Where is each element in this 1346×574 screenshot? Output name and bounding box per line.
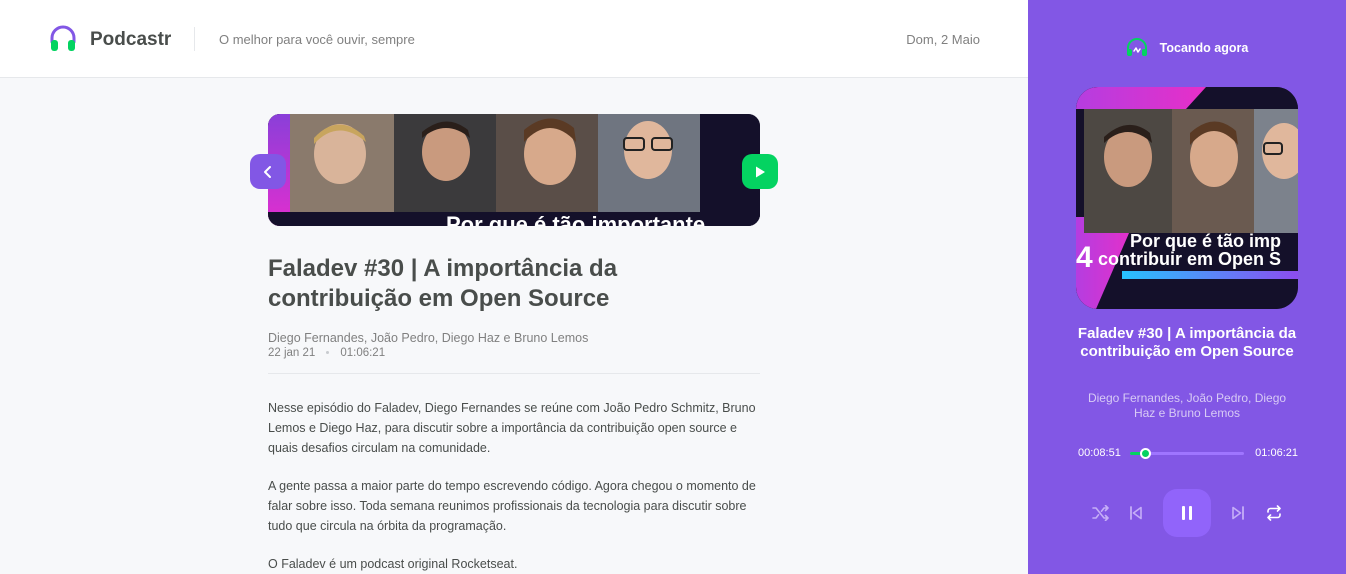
playing-icon <box>1126 38 1147 56</box>
episode-title: Faladev #30 | A importância da contribui… <box>268 255 618 312</box>
pause-button[interactable] <box>1163 489 1211 537</box>
player: Tocando agora Por que é tão imp contribu… <box>1028 0 1346 574</box>
cover-caption-line2: contribuir em Open S <box>1098 249 1281 269</box>
skip-next-icon <box>1232 506 1244 520</box>
episode-meta: 22 jan 21 01:06:21 <box>268 347 385 359</box>
player-episode-members: Diego Fernandes, João Pedro, Diego Haz e… <box>1087 391 1287 420</box>
player-cover-image: Por que é tão imp contribuir em Open S 4 <box>1076 87 1298 309</box>
play-icon <box>756 166 765 177</box>
description-paragraph: A gente passa a maior parte do tempo esc… <box>268 479 756 533</box>
meta-separator <box>326 351 330 355</box>
tagline: O melhor para você ouvir, sempre <box>219 32 415 47</box>
current-date: Dom, 2 Maio <box>906 32 980 47</box>
episode-members: Diego Fernandes, João Pedro, Diego Haz e… <box>268 331 589 345</box>
player-episode-title: Faladev #30 | A importância da contribui… <box>1077 325 1297 360</box>
description-paragraph: O Faladev é um podcast original Rocketse… <box>268 557 518 571</box>
episode-date: 22 jan 21 <box>268 347 316 359</box>
previous-button[interactable] <box>1112 489 1160 537</box>
current-time: 00:08:51 <box>1078 447 1121 459</box>
episode-duration: 01:06:21 <box>340 347 386 359</box>
now-playing-header: Tocando agora <box>1028 38 1346 58</box>
back-button[interactable] <box>250 154 286 189</box>
now-playing-label: Tocando agora <box>1159 41 1249 55</box>
chevron-left-icon <box>264 165 271 178</box>
episode-thumbnail: Por que é tão importante <box>268 114 760 226</box>
play-episode-button[interactable] <box>742 154 778 189</box>
shuffle-icon <box>1092 505 1109 521</box>
header-divider <box>194 27 195 51</box>
thumbnail-caption: Por que é tão importante <box>446 212 705 226</box>
episode-description: Nesse episódio do Faladev, Diego Fernand… <box>268 398 760 574</box>
cover-caption-line1: Por que é tão imp <box>1130 231 1281 251</box>
logo-text: Podcastr <box>90 29 172 50</box>
headphones-icon <box>50 25 76 51</box>
repeat-button[interactable] <box>1250 489 1298 537</box>
episode-thumbnail-image: Por que é tão importante <box>268 114 760 226</box>
description-paragraph: Nesse episódio do Faladev, Diego Fernand… <box>268 401 756 455</box>
pause-icon <box>1182 506 1192 520</box>
repeat-icon <box>1267 505 1281 521</box>
divider <box>268 373 760 374</box>
header: Podcastr O melhor para você ouvir, sempr… <box>0 0 1028 78</box>
progress-slider[interactable] <box>1130 448 1244 459</box>
skip-previous-icon <box>1130 506 1142 520</box>
progress-handle[interactable] <box>1140 448 1152 459</box>
player-cover: Por que é tão imp contribuir em Open S 4 <box>1076 87 1298 309</box>
total-duration: 01:06:21 <box>1255 447 1298 459</box>
cover-number: 4 <box>1076 241 1093 274</box>
